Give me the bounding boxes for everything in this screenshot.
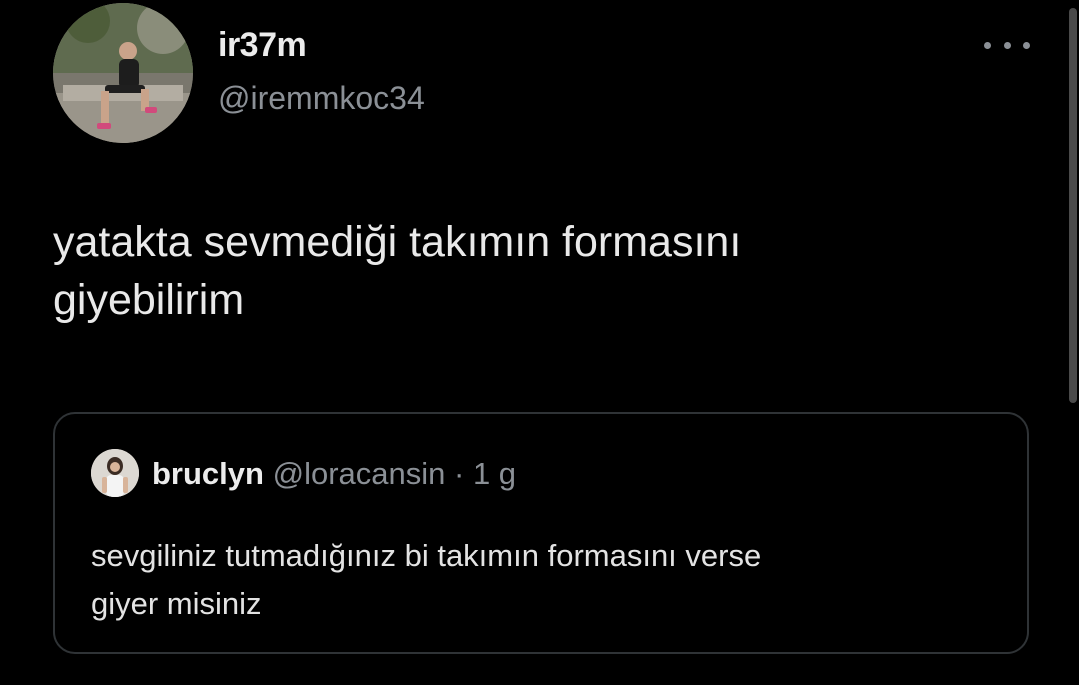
quoted-avatar-photo [91,449,139,497]
more-dot [1003,41,1011,49]
more-horizontal-icon[interactable] [984,30,1030,60]
quoted-tweet-card[interactable]: bruclyn @loracansin · 1 g sevgiliniz tut… [53,412,1029,654]
quoted-author-avatar[interactable] [91,449,139,497]
quoted-author-display-name[interactable]: bruclyn [152,456,264,491]
scrollbar[interactable] [1069,8,1077,403]
more-dot [984,41,991,49]
quoted-author-handle[interactable]: @loracansin [273,456,446,491]
quoted-tweet-header: bruclyn @loracansin · 1 g [152,456,516,492]
quoted-tweet-time[interactable]: 1 g [473,456,516,491]
author-handle[interactable]: @iremmkoc34 [218,80,425,117]
tweet-text: yatakta sevmediği takımın formasını giye… [53,218,742,324]
quoted-tweet-text: sevgiliniz tutmadığınız bi takımın forma… [91,538,762,621]
more-dot [1023,41,1030,49]
author-display-name[interactable]: ir37m [218,26,307,65]
header-separator: · [454,456,465,491]
author-avatar[interactable] [53,3,193,143]
avatar-photo [53,3,193,143]
